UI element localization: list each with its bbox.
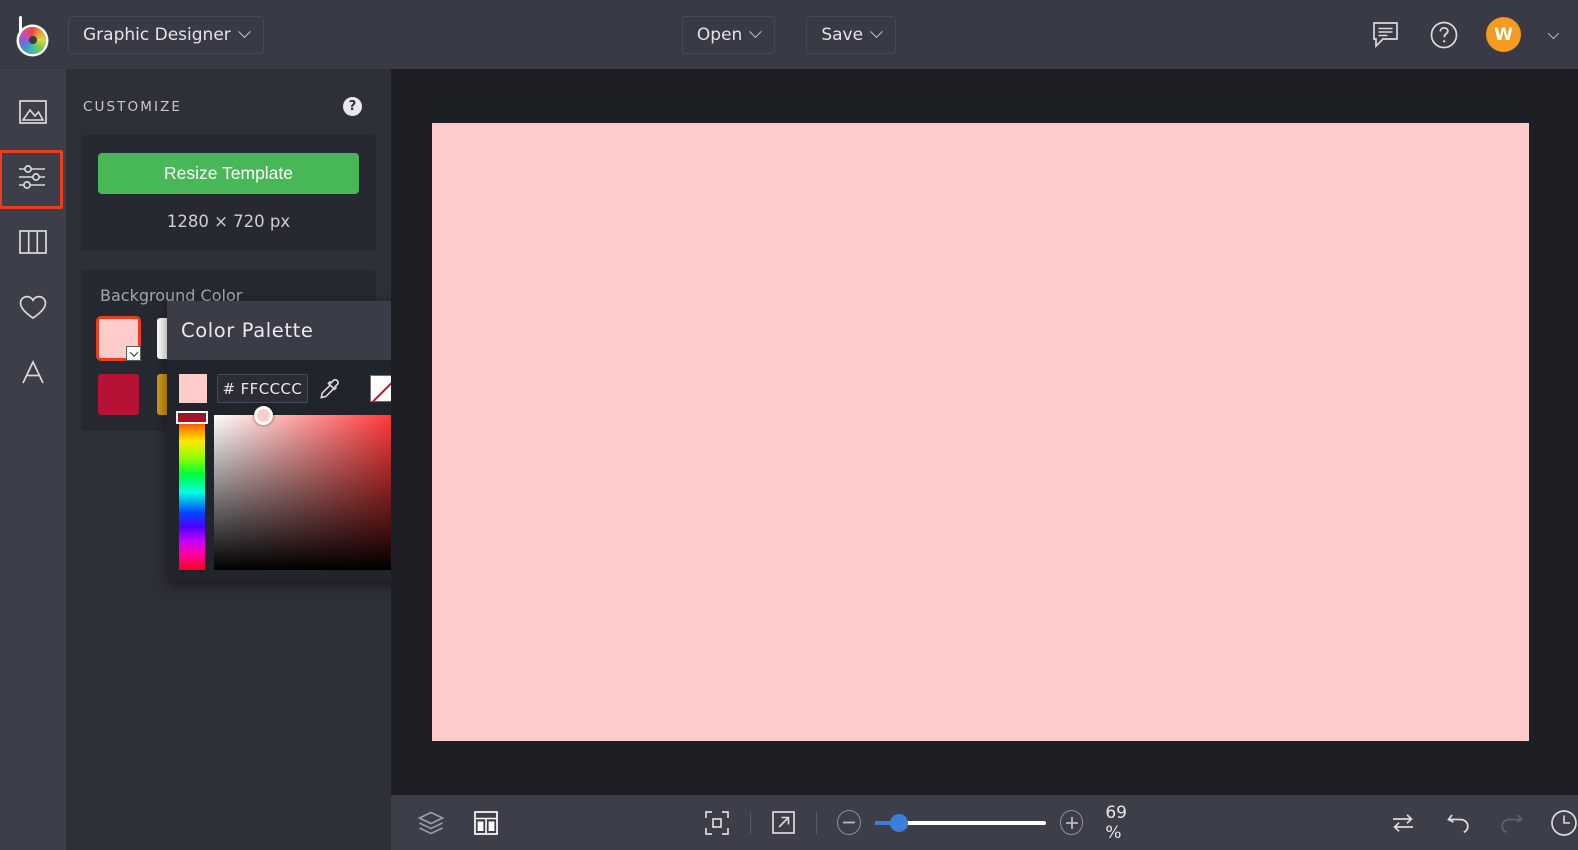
avatar-initial: W <box>1494 24 1513 45</box>
open-label: Open <box>696 24 743 45</box>
user-avatar[interactable]: W <box>1486 17 1521 52</box>
panels-icon <box>474 810 498 835</box>
swatch-b51236[interactable] <box>98 374 139 415</box>
swatch-dropdown-icon[interactable] <box>126 346 141 361</box>
zoom-out-button[interactable] <box>836 810 861 835</box>
canvas-stage[interactable] <box>391 69 1578 795</box>
history-clock-icon <box>1551 809 1577 836</box>
plus-icon <box>1065 816 1078 829</box>
resize-card: Resize Template 1280 × 720 px <box>81 135 376 251</box>
sidebar-item-layout[interactable] <box>11 221 55 263</box>
redo-icon <box>1501 813 1523 833</box>
comment-bubble-icon[interactable] <box>1372 21 1402 48</box>
heart-icon <box>19 295 47 319</box>
swap-arrows-icon <box>1393 813 1413 832</box>
saturation-value-cursor[interactable] <box>254 406 273 425</box>
current-color-preview <box>179 374 207 403</box>
account-chevron-down-icon[interactable] <box>1547 27 1560 39</box>
undo-button[interactable] <box>1446 811 1472 835</box>
history-button[interactable] <box>1550 809 1578 837</box>
hex-input[interactable]: # FFCCCC <box>216 374 309 403</box>
expand-button[interactable] <box>771 810 796 835</box>
project-name-dropdown[interactable]: Graphic Designer <box>68 15 264 54</box>
help-circle-icon[interactable] <box>1429 20 1459 50</box>
hue-slider[interactable] <box>176 411 208 570</box>
redo-button[interactable] <box>1498 811 1524 835</box>
top-bar: Graphic Designer Open Save W <box>0 0 1578 69</box>
sliders-icon <box>19 165 45 189</box>
chevron-down-icon <box>870 25 883 39</box>
fit-to-screen-button[interactable] <box>704 810 730 836</box>
chevron-down-icon <box>237 25 251 39</box>
columns-icon <box>19 230 47 254</box>
expand-arrow-icon <box>772 811 795 834</box>
panel-header: CUSTOMIZE ? <box>66 69 391 116</box>
sidebar-item-image[interactable] <box>11 91 55 133</box>
undo-icon <box>1447 813 1469 833</box>
save-label: Save <box>821 24 864 45</box>
sidebar-item-adjust[interactable] <box>0 150 63 209</box>
sidebar-item-favorites[interactable] <box>11 286 55 328</box>
panel-help-icon[interactable]: ? <box>343 97 362 116</box>
layers-icon <box>417 811 445 834</box>
artboard[interactable] <box>432 123 1529 741</box>
swatch-ffcccc[interactable] <box>96 316 141 361</box>
open-menu-button[interactable]: Open <box>681 15 776 54</box>
panels-button[interactable] <box>473 810 499 836</box>
eyedropper-icon[interactable] <box>318 377 342 401</box>
top-bar-right-actions: W <box>1372 17 1560 52</box>
app-logo[interactable] <box>0 0 66 69</box>
fit-to-screen-icon <box>705 810 729 835</box>
tool-rail <box>0 69 66 850</box>
zoom-slider[interactable] <box>874 813 1046 832</box>
zoom-in-button[interactable] <box>1059 810 1084 835</box>
hue-slider-thumb[interactable] <box>176 411 208 424</box>
resize-template-button[interactable]: Resize Template <box>98 153 359 194</box>
image-icon <box>19 100 47 124</box>
zoom-slider-thumb[interactable] <box>889 813 908 832</box>
rainbow-b-logo-icon <box>16 15 50 54</box>
chevron-down-icon <box>749 25 763 39</box>
zoom-level-label: 69 % <box>1105 802 1127 843</box>
panel-title: CUSTOMIZE <box>83 98 183 115</box>
file-actions: Open Save <box>681 15 897 54</box>
template-dimensions: 1280 × 720 px <box>166 212 291 231</box>
divider <box>815 811 817 834</box>
text-a-icon <box>22 359 44 383</box>
save-menu-button[interactable]: Save <box>806 15 897 54</box>
layers-button[interactable] <box>417 810 445 836</box>
swap-button[interactable] <box>1390 811 1416 835</box>
project-name-label: Graphic Designer <box>83 24 231 45</box>
color-palette-title: Color Palette <box>181 319 314 342</box>
minus-icon <box>842 821 855 824</box>
sidebar-item-text[interactable] <box>11 351 55 393</box>
bottom-toolbar: 69 % <box>391 795 1578 850</box>
divider <box>750 811 751 834</box>
